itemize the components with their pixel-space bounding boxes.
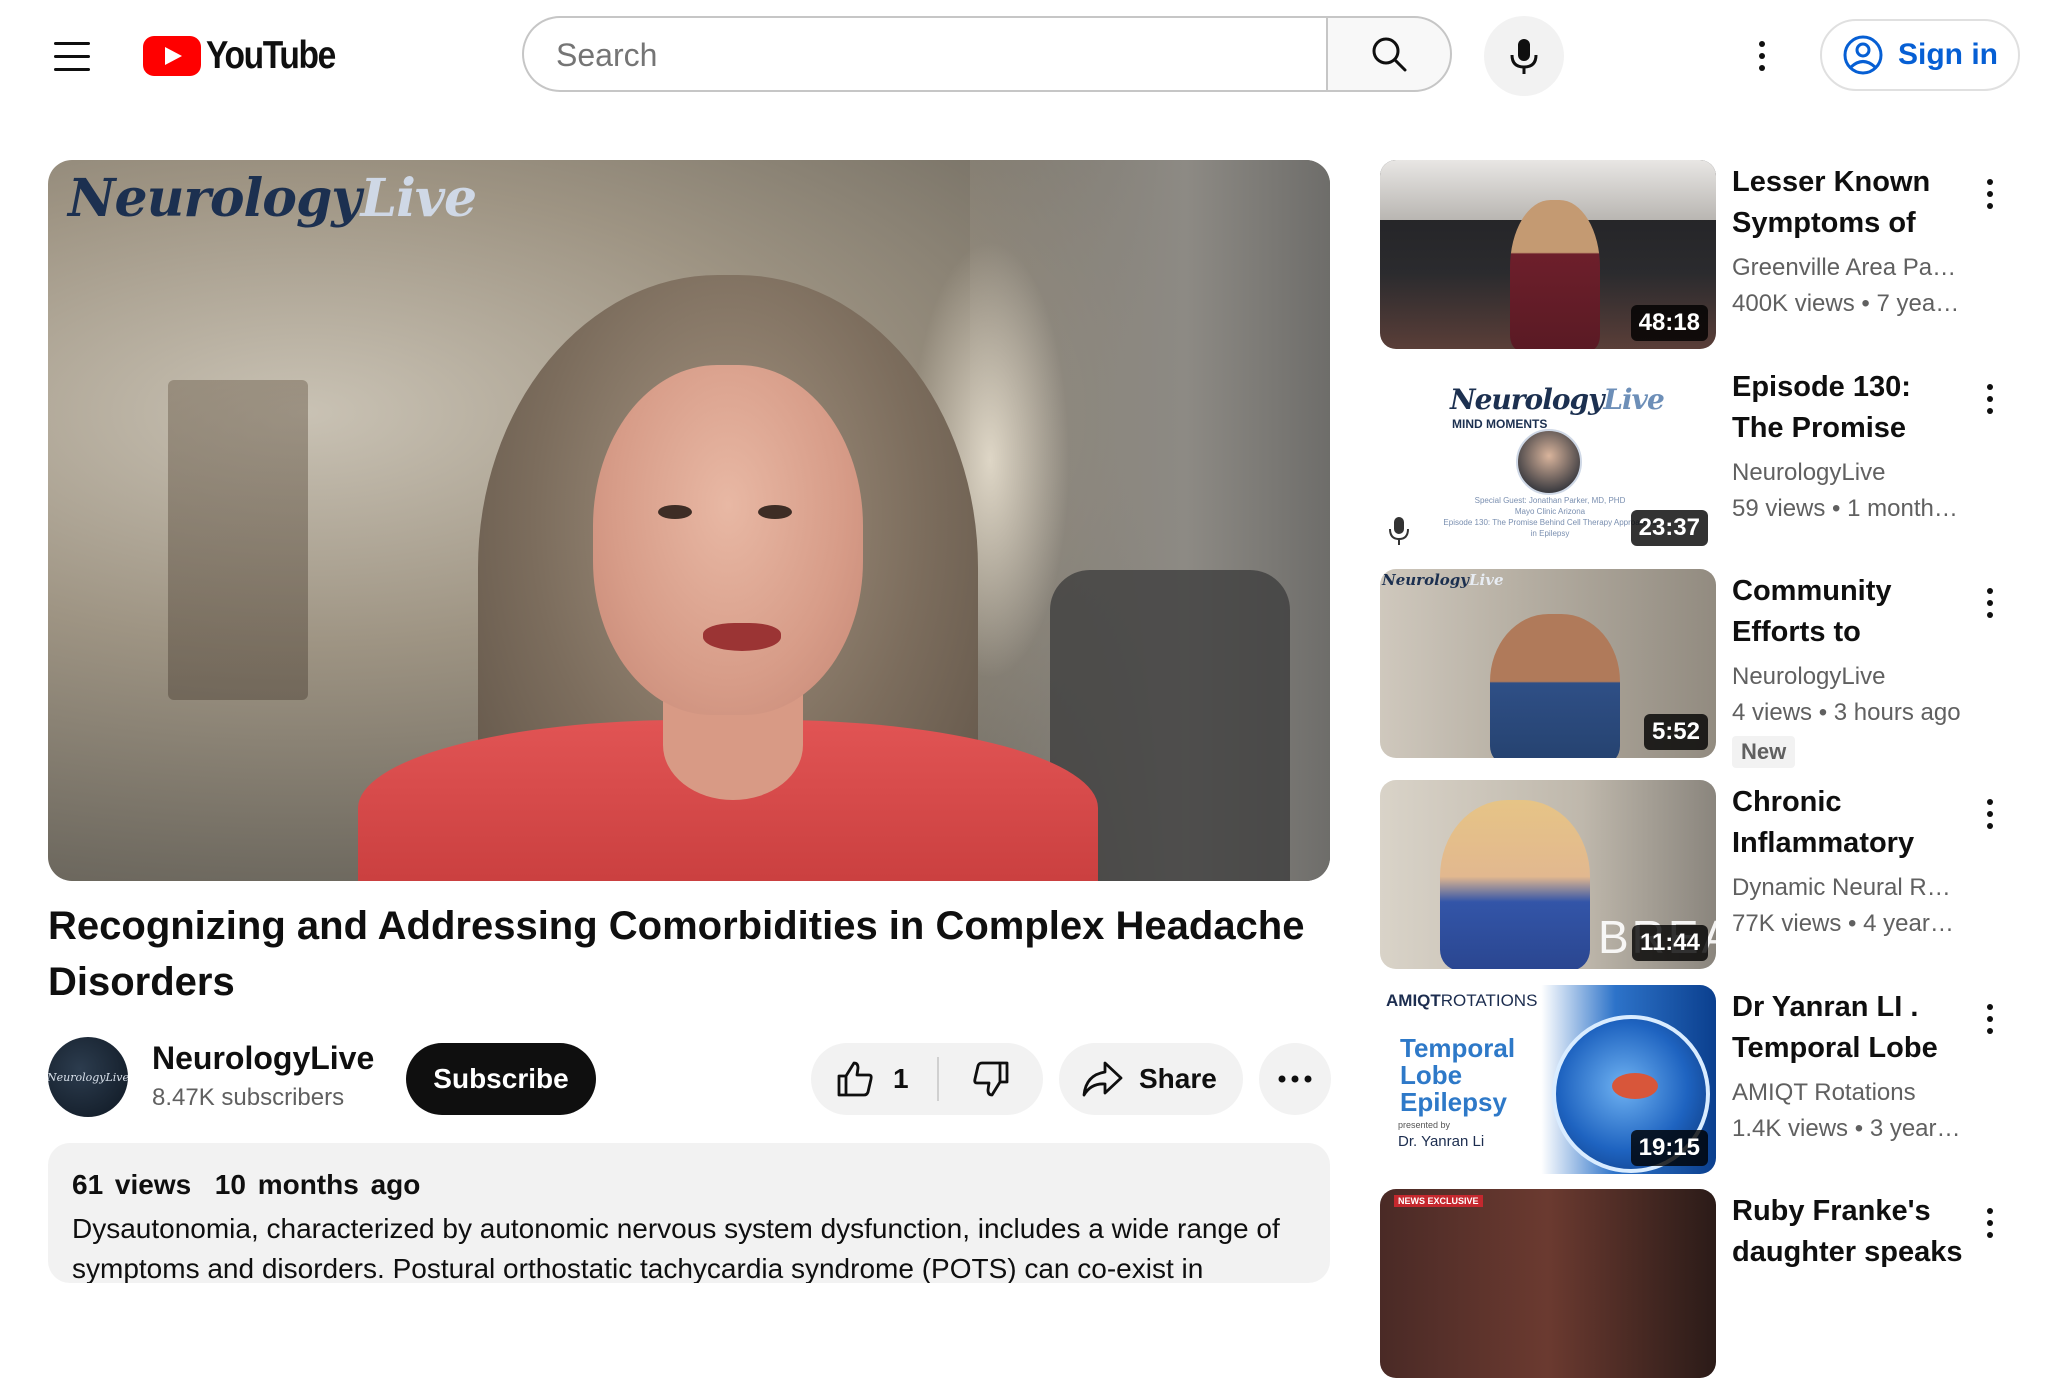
thumb-title: Temporal Lobe Epilepsy: [1400, 1033, 1516, 1117]
recommended-video[interactable]: 48:18 Lesser Known Symptoms of Parkinson…: [1380, 160, 2030, 350]
sign-in-button[interactable]: Sign in: [1820, 19, 2020, 91]
more-vertical-icon: [1759, 41, 1765, 71]
video-thumbnail[interactable]: BREA 11:44: [1380, 780, 1716, 969]
account-icon: [1843, 35, 1883, 75]
sign-in-label: Sign in: [1898, 38, 1998, 71]
more-actions-button[interactable]: [1259, 1043, 1331, 1115]
dislike-button[interactable]: [939, 1043, 1043, 1115]
recommended-video[interactable]: NEWS EXCLUSIVE Ruby Franke's daughter sp…: [1380, 1189, 2030, 1379]
duration-badge: 19:15: [1630, 1130, 1708, 1166]
recommended-video[interactable]: NeurologyLive 5:52 Community Efforts to …: [1380, 569, 2030, 768]
thumb-subtitle: MIND MOMENTS: [1452, 417, 1548, 431]
item-menu-button[interactable]: [1970, 164, 2010, 224]
like-button[interactable]: 1: [811, 1043, 937, 1115]
channel-name[interactable]: NeurologyLive: [152, 1040, 374, 1077]
more-vertical-icon: [1987, 384, 1993, 414]
duration-badge: 11:44: [1631, 925, 1708, 961]
item-menu-button[interactable]: [1970, 1193, 2010, 1253]
channel-watermark: NeurologyLive: [68, 168, 477, 229]
duration-badge: 5:52: [1643, 714, 1708, 750]
video-player[interactable]: NeurologyLive: [48, 160, 1330, 881]
recommended-channel[interactable]: NeurologyLive: [1732, 459, 1964, 487]
recommended-channel[interactable]: NeurologyLive: [1732, 663, 1964, 691]
share-label: Share: [1139, 1063, 1217, 1094]
recommended-title[interactable]: Ruby Franke's daughter speaks out: [1732, 1191, 1964, 1273]
video-thumbnail[interactable]: NEWS EXCLUSIVE: [1380, 1189, 1716, 1378]
channel-avatar[interactable]: NeurologyLive: [48, 1037, 128, 1117]
settings-more-button[interactable]: [1740, 30, 1784, 82]
video-title: Recognizing and Addressing Comorbidities…: [48, 904, 1305, 1004]
recommended-video[interactable]: NeurologyLive MIND MOMENTS Special Guest…: [1380, 365, 2030, 555]
item-menu-button[interactable]: [1970, 989, 2010, 1049]
more-vertical-icon: [1987, 179, 1993, 209]
hamburger-icon: [54, 42, 90, 45]
recommended-video[interactable]: AMIQTROTATIONS Temporal Lobe Epilepsy pres…: [1380, 985, 2030, 1175]
item-menu-button[interactable]: [1970, 369, 2010, 429]
recommended-meta: 77K views • 4 years ago: [1732, 910, 1964, 937]
microphone-icon: [1510, 39, 1538, 74]
thumb-presenter: Dr. Yanran Li: [1398, 1133, 1485, 1150]
recommended-meta: 59 views • 1 month ago: [1732, 495, 1964, 522]
duration-badge: 23:37: [1630, 510, 1708, 546]
more-vertical-icon: [1987, 799, 1993, 829]
share-button[interactable]: Share: [1059, 1043, 1243, 1115]
play-icon: [143, 36, 201, 76]
upload-date: 10 months ago: [214, 1169, 421, 1200]
thumbs-up-icon: [837, 1061, 873, 1097]
recommended-title[interactable]: Dr Yanran LI . Temporal Lobe Epilepsy: [1732, 987, 1964, 1069]
search-box: [522, 16, 1326, 92]
duration-badge: 48:18: [1630, 305, 1708, 341]
share-icon: [1082, 1061, 1123, 1097]
recommended-meta: 400K views • 7 years ago: [1732, 290, 1964, 317]
guide-menu-button[interactable]: [40, 30, 102, 82]
recommended-channel[interactable]: AMIQT Rotations: [1732, 1079, 1964, 1107]
recommended-title[interactable]: Episode 130: The Promise Behind Cell The…: [1732, 367, 1964, 449]
video-thumbnail[interactable]: NeurologyLive MIND MOMENTS Special Guest…: [1380, 365, 1716, 554]
thumbs-down-icon: [973, 1061, 1009, 1097]
guest-photo: [1516, 429, 1582, 495]
like-dislike-group: 1: [811, 1043, 1043, 1115]
thumb-brand: AMIQTROTATIONS: [1386, 991, 1538, 1010]
masthead: YouTube Sign in: [0, 0, 2048, 112]
recommended-title[interactable]: Community Efforts to Improve Neurologic …: [1732, 571, 1964, 653]
more-vertical-icon: [1987, 1208, 1993, 1238]
recommended-meta: 1.4K views • 3 years ago: [1732, 1115, 1964, 1142]
like-count: 1: [893, 1063, 909, 1094]
video-thumbnail[interactable]: NeurologyLive 5:52: [1380, 569, 1716, 758]
description-text: Dysautonomia, characterized by autonomic…: [72, 1213, 1280, 1283]
recommended-channel[interactable]: Dynamic Neural Retraining System: [1732, 874, 1964, 902]
thumb-guest-text: Special Guest: Jonathan Parker, MD, PHD M…: [1443, 496, 1657, 538]
youtube-logo[interactable]: YouTube: [143, 34, 356, 77]
description-box[interactable]: 61 views 10 months ago Dysautonomia, cha…: [48, 1143, 1330, 1283]
recommended-channel[interactable]: Greenville Area Parkinson's Society: [1732, 254, 1964, 282]
search-icon: [1372, 37, 1407, 72]
new-badge: New: [1732, 736, 1796, 768]
thumb-presented-by: presented by: [1398, 1120, 1451, 1130]
recommended-title[interactable]: Chronic Inflammatory Response Syndrome: [1732, 782, 1964, 864]
view-and-date: 61 views 10 months ago: [72, 1169, 420, 1201]
recommended-meta: 4 views • 3 hours ago: [1732, 699, 1961, 726]
subscriber-count: 8.47K subscribers: [152, 1084, 345, 1111]
more-vertical-icon: [1987, 1004, 1993, 1034]
item-menu-button[interactable]: [1970, 784, 2010, 844]
item-menu-button[interactable]: [1970, 573, 2010, 633]
thumb-logo: NeurologyLive: [1382, 571, 1504, 589]
view-count: 61 views: [72, 1169, 192, 1200]
logo-text: YouTube: [206, 34, 336, 77]
search-button[interactable]: [1326, 16, 1452, 92]
speaker-face: [593, 365, 863, 715]
more-horizontal-icon: [1278, 1075, 1312, 1083]
subscribe-button[interactable]: Subscribe: [406, 1043, 596, 1115]
thumb-logo: NeurologyLive: [1450, 383, 1665, 416]
voice-search-button[interactable]: [1484, 16, 1564, 96]
microphone-icon: [1389, 517, 1409, 545]
video-thumbnail[interactable]: AMIQTROTATIONS Temporal Lobe Epilepsy pres…: [1380, 985, 1716, 1174]
more-vertical-icon: [1987, 588, 1993, 618]
search-input[interactable]: [554, 18, 1298, 92]
video-thumbnail[interactable]: 48:18: [1380, 160, 1716, 349]
news-exclusive-tag: NEWS EXCLUSIVE: [1394, 1195, 1483, 1207]
recommended-title[interactable]: Lesser Known Symptoms of Parkinson's Dis…: [1732, 162, 1964, 244]
recommended-video[interactable]: BREA 11:44 Chronic Inflammatory Response…: [1380, 780, 2030, 970]
avatar-logo-text: NeurologyLive: [48, 1070, 128, 1084]
